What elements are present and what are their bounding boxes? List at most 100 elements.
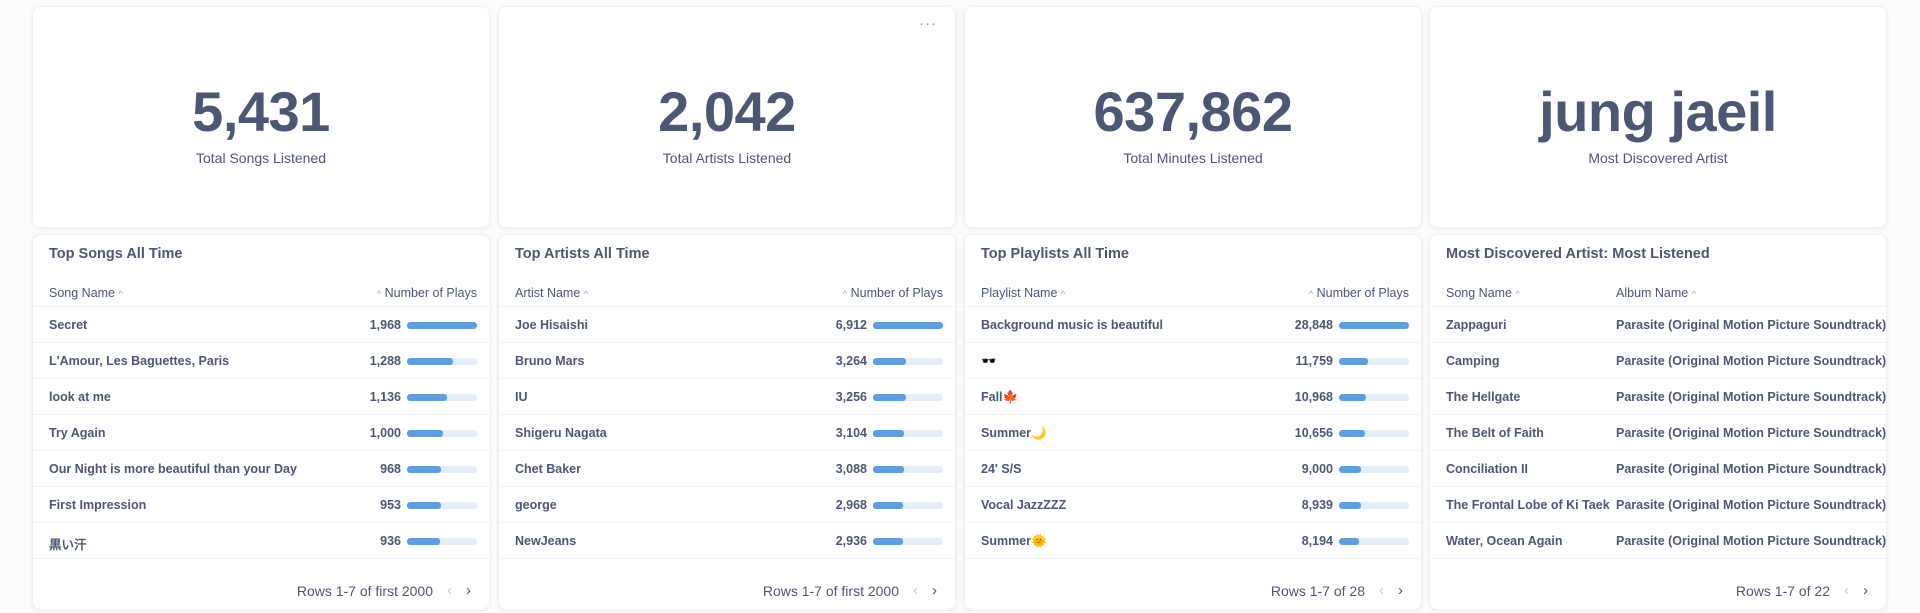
more-options-icon[interactable]: ··· (919, 15, 937, 32)
scalar-card-total-minutes[interactable]: 637,862 Total Minutes Listened (964, 6, 1422, 228)
column-header-song-name[interactable]: Song Name ^ (1446, 286, 1520, 300)
cell-album-name: Parasite (Original Motion Picture Soundt… (1616, 498, 1887, 512)
table-row[interactable]: Conciliation II Parasite (Original Motio… (1430, 451, 1886, 487)
scalar-value: 2,042 (658, 80, 796, 143)
column-header-name[interactable]: Artist Name ^ (515, 286, 588, 300)
table-row[interactable]: Chet Baker 3,088 (499, 451, 955, 487)
column-header-plays[interactable]: ^ Number of Plays (1309, 286, 1409, 300)
next-page-icon[interactable]: › (932, 582, 937, 599)
table-row[interactable]: Background music is beautiful 28,848 (965, 307, 1421, 343)
plays-bar-fill (1339, 466, 1361, 473)
cell-plays: 1,288 (369, 354, 401, 368)
next-page-icon[interactable]: › (1863, 582, 1868, 599)
table-row[interactable]: Joe Hisaishi 6,912 (499, 307, 955, 343)
cell-plays: 8,939 (1301, 498, 1333, 512)
sort-icon[interactable]: ^ (1692, 289, 1696, 299)
next-page-icon[interactable]: › (466, 582, 471, 599)
sort-icon[interactable]: ^ (1309, 289, 1313, 299)
column-header-name[interactable]: Song Name ^ (49, 286, 123, 300)
table-row[interactable]: 24' S/S 9,000 (965, 451, 1421, 487)
plays-bar-fill (873, 502, 904, 509)
cell-plays: 8,194 (1301, 534, 1333, 548)
scalar-card-total-songs[interactable]: 5,431 Total Songs Listened (32, 6, 490, 228)
plays-bar (873, 502, 943, 509)
table-row[interactable]: Camping Parasite (Original Motion Pictur… (1430, 343, 1886, 379)
table-row[interactable]: 🕶️ 11,759 (965, 343, 1421, 379)
table-row[interactable]: L'Amour, Les Baguettes, Paris 1,288 (33, 343, 489, 379)
table-row[interactable]: IU 3,256 (499, 379, 955, 415)
table-row[interactable]: The Belt of Faith Parasite (Original Mot… (1430, 415, 1886, 451)
table-row[interactable]: Summer🌙 10,656 (965, 415, 1421, 451)
table-row[interactable]: Summer🌞 8,194 (965, 523, 1421, 559)
cell-name: Vocal JazzZZZ (981, 498, 1067, 512)
column-header-name[interactable]: Playlist Name ^ (981, 286, 1065, 300)
previous-page-icon[interactable]: ‹ (447, 582, 452, 599)
table-row[interactable]: Vocal JazzZZZ 8,939 (965, 487, 1421, 523)
pagination-label: Rows 1-7 of first 2000 (296, 582, 433, 599)
table-row[interactable]: 黒い汗 936 (33, 523, 489, 559)
table-header: Song Name ^ Album Name ^ (1430, 279, 1886, 307)
cell-album-name: Parasite (Original Motion Picture Soundt… (1616, 534, 1887, 548)
column-header-label: Album Name (1616, 286, 1689, 300)
table-row[interactable]: NewJeans 2,936 (499, 523, 955, 559)
pagination-label: Rows 1-7 of first 2000 (762, 582, 899, 599)
table-row[interactable]: Water, Ocean Again Parasite (Original Mo… (1430, 523, 1886, 559)
sort-icon[interactable]: ^ (1061, 289, 1065, 299)
column-header-label: Song Name (1446, 286, 1513, 300)
column-header-label: Playlist Name (981, 286, 1058, 300)
table-row[interactable]: Bruno Mars 3,264 (499, 343, 955, 379)
previous-page-icon[interactable]: ‹ (1844, 582, 1849, 599)
table-row[interactable]: The Hellgate Parasite (Original Motion P… (1430, 379, 1886, 415)
previous-page-icon[interactable]: ‹ (913, 582, 918, 599)
cell-song-name: The Frontal Lobe of Ki Taek (1446, 498, 1610, 512)
previous-page-icon[interactable]: ‹ (1379, 582, 1384, 599)
table-row[interactable]: Our Night is more beautiful than your Da… (33, 451, 489, 487)
plays-bar (407, 322, 477, 329)
scalar-card-total-artists[interactable]: ··· 2,042 Total Artists Listened (498, 6, 956, 228)
cell-album-name: Parasite (Original Motion Picture Soundt… (1616, 462, 1887, 476)
plays-bar (407, 502, 477, 509)
sort-icon[interactable]: ^ (377, 289, 381, 299)
column-header-label: Song Name (49, 286, 116, 300)
column-header-plays[interactable]: ^ Number of Plays (377, 286, 477, 300)
column-header-plays[interactable]: ^ Number of Plays (843, 286, 943, 300)
table-row[interactable]: The Frontal Lobe of Ki Taek Parasite (Or… (1430, 487, 1886, 523)
sort-icon[interactable]: ^ (119, 289, 123, 299)
table-row[interactable]: First Impression 953 (33, 487, 489, 523)
table-card-top-playlists: Top Playlists All Time Playlist Name ^ ^… (964, 234, 1422, 610)
table-row[interactable]: george 2,968 (499, 487, 955, 523)
column-header-label: Number of Plays (384, 286, 477, 300)
sort-icon[interactable]: ^ (843, 289, 847, 299)
plays-bar (1339, 394, 1409, 401)
card-title[interactable]: Top Artists All Time (515, 246, 650, 262)
column-header-album-name[interactable]: Album Name ^ (1616, 286, 1696, 300)
plays-bar-fill (407, 430, 443, 437)
scalar-card-discovered-artist[interactable]: jung jaeil Most Discovered Artist (1429, 6, 1887, 228)
sort-icon[interactable]: ^ (1516, 289, 1520, 299)
plays-bar (873, 430, 943, 437)
plays-bar (407, 358, 477, 365)
plays-bar (407, 538, 477, 545)
table-row[interactable]: Secret 1,968 (33, 307, 489, 343)
cell-plays: 3,104 (835, 426, 867, 440)
plays-bar (407, 466, 477, 473)
card-title[interactable]: Top Playlists All Time (981, 246, 1129, 262)
plays-bar (1339, 538, 1409, 545)
next-page-icon[interactable]: › (1398, 582, 1403, 599)
card-title[interactable]: Most Discovered Artist: Most Listened (1446, 246, 1710, 262)
plays-bar-fill (1339, 502, 1361, 509)
sort-icon[interactable]: ^ (584, 289, 588, 299)
scalar-value: jung jaeil (1539, 80, 1777, 143)
pagination: Rows 1-7 of 28 ‹ › (1271, 582, 1403, 599)
cell-plays: 3,256 (835, 390, 867, 404)
plays-bar (1339, 502, 1409, 509)
table-row[interactable]: Try Again 1,000 (33, 415, 489, 451)
table-row[interactable]: Zappaguri Parasite (Original Motion Pict… (1430, 307, 1886, 343)
card-title[interactable]: Top Songs All Time (49, 246, 182, 262)
table-row[interactable]: look at me 1,136 (33, 379, 489, 415)
table-row[interactable]: Fall🍁 10,968 (965, 379, 1421, 415)
table-body: Secret 1,968 L'Amour, Les Baguettes, Par… (33, 307, 489, 559)
cell-plays: 9,000 (1301, 462, 1333, 476)
table-row[interactable]: Shigeru Nagata 3,104 (499, 415, 955, 451)
pagination-label: Rows 1-7 of 22 (1735, 582, 1830, 599)
